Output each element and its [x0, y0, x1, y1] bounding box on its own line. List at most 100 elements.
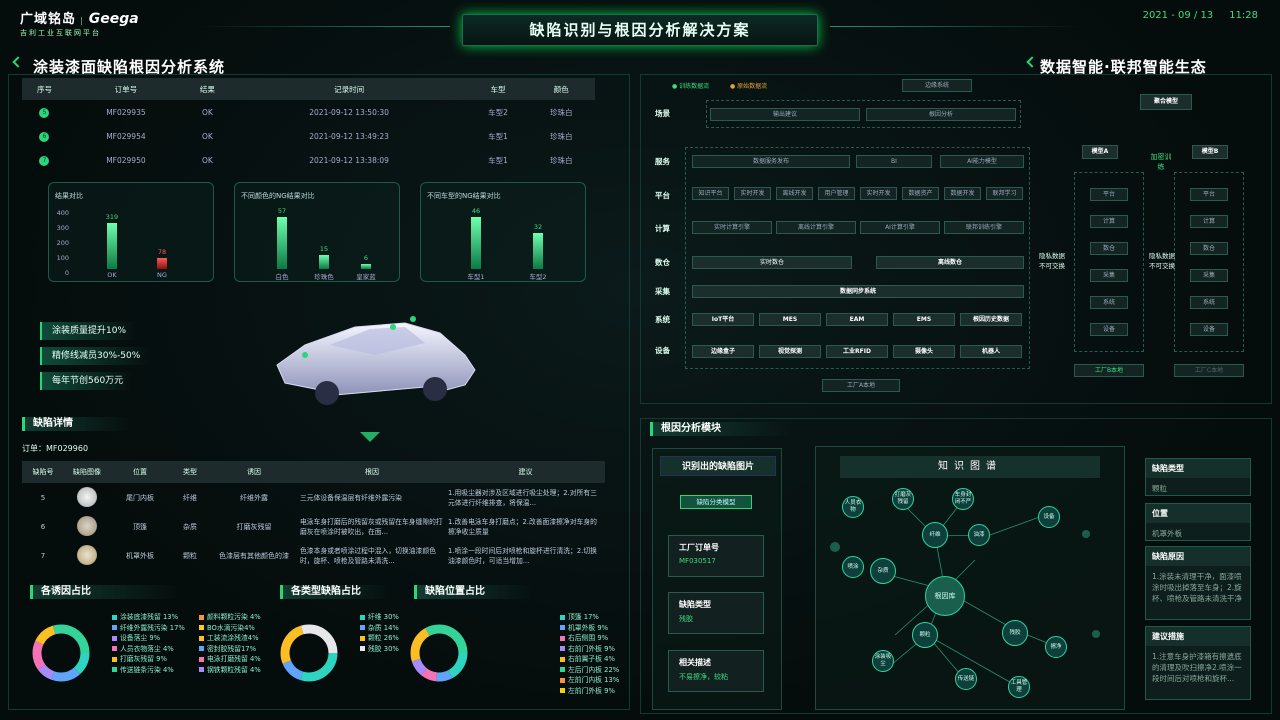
arch-box: 采集 — [1090, 269, 1128, 282]
donut-position — [410, 624, 468, 682]
dw-box[interactable]: 实时数仓 — [692, 256, 852, 269]
desc-card[interactable]: 相关描述 不易擦净，较粘 — [668, 650, 764, 692]
legend-type: 纤维 30% 杂质 14% 颗粒 26% 残胶 30% — [360, 612, 399, 654]
arch-box[interactable]: 数据资产 — [902, 187, 939, 200]
collect-box[interactable]: 数据同步系统 — [692, 285, 1024, 298]
arch-box[interactable]: EAM — [826, 313, 888, 326]
kg-dot — [830, 542, 840, 552]
arch-box[interactable]: 摄像头 — [893, 345, 955, 358]
arch-box[interactable]: 根因历史数据 — [960, 313, 1022, 326]
dw-box[interactable]: 离线数仓 — [876, 256, 1024, 269]
scene-box[interactable]: 根因分析 — [866, 108, 1016, 121]
arch-box[interactable]: IoT平台 — [692, 313, 754, 326]
service-box[interactable]: AI能力模型 — [940, 155, 1024, 168]
arch-box[interactable]: 数据开发 — [944, 187, 981, 200]
kg-node[interactable]: 颗粒 — [912, 622, 938, 648]
kg-node[interactable]: 车身封闭不严 — [952, 488, 974, 510]
divider — [200, 26, 450, 27]
detected-images-title: 识别出的缺陷图片 — [660, 456, 776, 476]
benefit-item: 精修线减员30%-50% — [40, 347, 151, 365]
row-label: 平台 — [655, 191, 670, 200]
arch-box[interactable]: 联邦学习 — [986, 187, 1023, 200]
data-label: 319 — [105, 212, 119, 221]
kg-center-node[interactable]: 根因库 — [925, 576, 965, 616]
table-row[interactable]: 6 顶篷 杂质 打磨灰残留 电泳车身打磨后的残留灰或残留在车身缝隙的打磨灰在喷涂时被吹出… — [22, 512, 605, 541]
x-tick: 珍珠色 — [314, 273, 334, 281]
brand-logo: 广域铭岛 | Geega 吉利工业互联网平台 — [20, 11, 139, 37]
defect-thumbnail — [77, 515, 97, 536]
logo-cn: 广域铭岛 — [20, 12, 77, 27]
table-row[interactable]: 7 MF029950 OK 2021-09-12 13:38:09 车型1 珍珠白 — [22, 148, 595, 172]
row-label: 系统 — [655, 315, 670, 324]
service-box[interactable]: BI — [856, 155, 932, 168]
compute-box[interactable]: AI计算引擎 — [860, 221, 940, 234]
defect-thumbnail — [77, 544, 97, 565]
table-row[interactable]: 5 MF029935 OK 2021-09-12 13:50:30 车型2 珍珠白 — [22, 100, 595, 124]
left-section-title: 涂装漆面缺陷根因分析系统 — [33, 58, 226, 76]
compute-box[interactable]: 联邦训练引擎 — [944, 221, 1024, 234]
arch-box[interactable]: 视觉探测 — [759, 345, 821, 358]
table-row[interactable]: 7 机罩外板 颗粒 色漆层有其他颜色的漆 色漆本身或者喷涂过程中混入，切换油漆颜色时，旋… — [22, 541, 605, 570]
chart-bar — [277, 217, 287, 269]
x-tick: 车型2 — [529, 273, 547, 281]
kg-node[interactable]: 油漆 — [968, 524, 990, 546]
table-row[interactable]: 5 尾门内板 纤维 纤维外露 三元体设备保温层有纤维外露污染 1.用吸尘器对涉及区域进行吸… — [22, 483, 605, 512]
kg-node[interactable]: 杂质 — [870, 558, 896, 584]
donut-type — [280, 624, 338, 682]
arch-box[interactable]: MES — [759, 313, 821, 326]
service-box[interactable]: 数据服务发布 — [692, 155, 850, 168]
arch-box[interactable]: 边缘盒子 — [692, 345, 754, 358]
kg-node[interactable]: 人员衣物 — [842, 496, 864, 518]
type-card[interactable]: 缺陷类型 残胶 — [668, 592, 764, 634]
table-row[interactable]: 6 MF029954 OK 2021-09-12 13:49:23 车型1 珍珠白 — [22, 124, 595, 148]
kg-node[interactable]: 喷涂 — [842, 556, 864, 578]
info-card: 位置 机罩外板 — [1145, 503, 1251, 541]
arch-box: 系统 — [1190, 296, 1228, 309]
factory-b-label: 工厂B本地 — [1074, 364, 1144, 377]
chart-bar — [157, 257, 167, 269]
data-label: 6 — [363, 253, 369, 262]
compute-box[interactable]: 离线计算引擎 — [776, 221, 856, 234]
arch-box[interactable]: 用户管理 — [818, 187, 855, 200]
car-body-model — [276, 316, 476, 405]
chart-bar — [107, 222, 117, 269]
order-card[interactable]: 工厂订单号 MF030517 — [668, 535, 764, 577]
kg-node[interactable]: 纤维 — [922, 522, 948, 548]
kg-node[interactable]: 残胶 — [1002, 620, 1028, 646]
info-card: 建议措施 1.注意车身护漆箱有擦遗底的清理及吹扫擦净2.喷涂一段时间后对喷枪和旋杯… — [1145, 626, 1251, 700]
model-a: 模型A — [1082, 145, 1118, 159]
factory-a-label: 工厂A本地 — [822, 379, 900, 392]
data-label: 78 — [157, 247, 167, 256]
x-tick: 皇家蓝 — [356, 273, 376, 281]
donut-title-type: 各类型缺陷占比 — [280, 585, 390, 599]
legend-position: 顶篷 17% 机罩外板 9% 右后侧围 9% 右前门外板 9% 右前翼子板 4%… — [560, 612, 619, 696]
data-label: 57 — [277, 207, 287, 215]
records-table: 序号 订单号 结果 记录时间 车型 颜色 5 MF029935 OK 2021-09-12 1… — [22, 78, 595, 172]
arch-box[interactable]: 知识平台 — [692, 187, 729, 200]
kg-node[interactable]: 工具管理 — [1008, 676, 1030, 698]
info-card: 缺陷类型 颗粒 — [1145, 458, 1251, 496]
kg-node[interactable]: 传送链 — [955, 668, 977, 690]
kg-node[interactable]: 打磨灰残留 — [892, 488, 914, 510]
arch-box[interactable]: 机器人 — [960, 345, 1022, 358]
arch-box[interactable]: 实时开发 — [860, 187, 897, 200]
kg-node[interactable]: 擦净 — [1045, 636, 1067, 658]
y-tick: 200 — [56, 239, 69, 247]
scene-box[interactable]: 输出建议 — [710, 108, 860, 121]
row-label: 设备 — [655, 346, 670, 355]
kg-node[interactable]: 涂装吸尘 — [872, 650, 894, 672]
arch-box: 数仓 — [1190, 242, 1228, 255]
x-tick: 车型1 — [467, 273, 485, 281]
y-tick: 300 — [56, 224, 69, 232]
legend-train: ● 训练数据流 — [672, 83, 710, 90]
model-b: 模型B — [1192, 145, 1228, 159]
arch-box[interactable]: 离线开发 — [776, 187, 813, 200]
row-label: 服务 — [655, 157, 670, 166]
arch-box[interactable]: EMS — [893, 313, 955, 326]
compute-box[interactable]: 实时计算引擎 — [692, 221, 772, 234]
chart-model-ng: 不同车型的NG结果对比 46 车型1 32 车型2 — [420, 182, 586, 282]
arch-box[interactable]: 工业RFID — [826, 345, 888, 358]
arch-box[interactable]: 实时开发 — [734, 187, 771, 200]
kg-node[interactable]: 设备 — [1038, 506, 1060, 528]
kg-title: 知识图谱 — [840, 456, 1100, 478]
